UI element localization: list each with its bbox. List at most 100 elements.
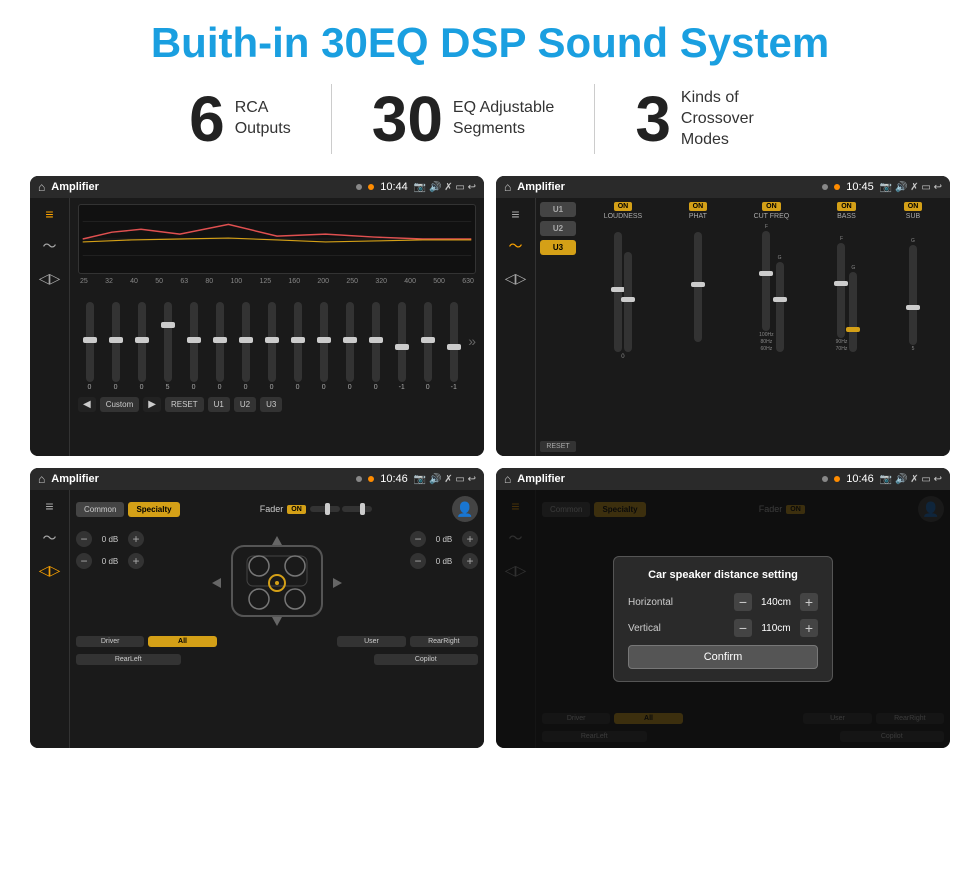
vol-minus-fl[interactable]: − (76, 531, 92, 547)
status-time-dialog: 10:46 (846, 473, 874, 485)
dialog-title: Car speaker distance setting (628, 569, 818, 581)
btn-rearleft[interactable]: RearLeft (76, 654, 181, 665)
fader-specialty-tab[interactable]: Specialty (128, 502, 179, 517)
horizontal-minus-btn[interactable]: − (734, 593, 752, 611)
eq-panel: 25324050 6380100125 160200250320 4005006… (70, 198, 484, 456)
vol-plus-fr[interactable]: + (462, 531, 478, 547)
home-icon-eq: ⌂ (38, 180, 45, 194)
vol-ctrl-rl: − 0 dB + (76, 553, 144, 569)
sidebar-fader-vol[interactable]: ◁▷ (39, 562, 61, 579)
stat-number-rca: 6 (189, 87, 225, 151)
fader-tabs: Common Specialty (76, 502, 180, 517)
phat-on[interactable]: ON (689, 202, 708, 211)
freq-labels: 25324050 6380100125 160200250320 4005006… (78, 278, 476, 285)
eq-prev-btn[interactable]: ◀ (78, 397, 96, 412)
fader-label: Fader (260, 504, 284, 514)
stat-label-crossover: Kinds ofCrossover Modes (681, 88, 791, 150)
vol-plus-fl[interactable]: + (128, 531, 144, 547)
sub-on[interactable]: ON (904, 202, 923, 211)
eq-u1-btn[interactable]: U1 (208, 397, 230, 412)
cx-u2-btn[interactable]: U2 (540, 221, 576, 236)
dialog-vertical-ctrl: − 110cm + (734, 619, 818, 637)
sidebar-fader-wave[interactable]: 〜 (43, 528, 57, 548)
fader-panel: Common Specialty Fader ON 👤 (70, 490, 484, 748)
status-dot-cx2 (834, 184, 840, 190)
cutfreq-on[interactable]: ON (762, 202, 781, 211)
cx-u1-btn[interactable]: U1 (540, 202, 576, 217)
sidebar-cx-eq[interactable]: ≡ (511, 206, 519, 222)
eq-custom-btn[interactable]: Custom (100, 397, 140, 412)
home-icon-dialog: ⌂ (504, 472, 511, 486)
stats-row: 6 RCAOutputs 30 EQ AdjustableSegments 3 … (30, 84, 950, 154)
sidebar-eq-icon[interactable]: ≡ (45, 206, 53, 222)
eq-next-btn[interactable]: ▶ (143, 397, 161, 412)
cx-presets: U1 U2 U3 RESET (540, 202, 576, 452)
eq-expand-arrow[interactable]: » (468, 333, 476, 349)
person-icon[interactable]: 👤 (452, 496, 478, 522)
status-icons-dialog: 📷 🔊 ✗ ▭ ↩ (880, 474, 942, 485)
status-time-cx: 10:45 (846, 181, 874, 193)
status-dot-fader1 (356, 476, 362, 482)
horizontal-value: 140cm (756, 597, 796, 608)
stat-label-rca: RCAOutputs (235, 98, 291, 140)
cx-reset-btn[interactable]: RESET (540, 441, 576, 452)
vol-ctrl-rr: − 0 dB + (410, 553, 478, 569)
status-bar-eq: ⌂ Amplifier 10:44 📷 🔊 ✗ ▭ ↩ (30, 176, 484, 198)
vol-value-rl: 0 dB (96, 557, 124, 566)
sidebar-cx-wave[interactable]: 〜 (509, 236, 523, 256)
vertical-minus-btn[interactable]: − (734, 619, 752, 637)
btn-all[interactable]: All (148, 636, 216, 647)
status-dot-eq1 (356, 184, 362, 190)
stat-number-crossover: 3 (635, 87, 671, 151)
vol-minus-rr[interactable]: − (410, 553, 426, 569)
status-bar-cx: ⌂ Amplifier 10:45 📷 🔊 ✗ ▭ ↩ (496, 176, 950, 198)
dialog-horizontal-row: Horizontal − 140cm + (628, 593, 818, 611)
stat-crossover: 3 Kinds ofCrossover Modes (595, 87, 831, 151)
btn-rearright[interactable]: RearRight (410, 636, 478, 647)
loudness-on[interactable]: ON (614, 202, 633, 211)
eq-u2-btn[interactable]: U2 (234, 397, 256, 412)
status-dot-fader2 (368, 476, 374, 482)
eq-reset-btn[interactable]: RESET (165, 397, 204, 412)
vol-ctrl-fl: − 0 dB + (76, 531, 144, 547)
vol-minus-fr[interactable]: − (410, 531, 426, 547)
status-time-fader: 10:46 (380, 473, 408, 485)
sidebar-wave-icon[interactable]: 〜 (43, 236, 57, 256)
cx-sidebar: ≡ 〜 ◁▷ (496, 198, 536, 456)
vol-value-fr: 0 dB (430, 535, 458, 544)
fader-screen-content: ≡ 〜 ◁▷ Common Specialty Fader ON (30, 490, 484, 748)
btn-user[interactable]: User (337, 636, 405, 647)
stat-rca: 6 RCAOutputs (149, 87, 331, 151)
sidebar-cx-vol[interactable]: ◁▷ (505, 270, 527, 287)
btn-copilot[interactable]: Copilot (374, 654, 479, 665)
eq-slider-1: 0 (78, 302, 101, 391)
status-dot-eq2 (368, 184, 374, 190)
stat-eq: 30 EQ AdjustableSegments (332, 87, 595, 151)
vol-plus-rl[interactable]: + (128, 553, 144, 569)
vol-minus-rl[interactable]: − (76, 553, 92, 569)
fader-sidebar: ≡ 〜 ◁▷ (30, 490, 70, 748)
horizontal-plus-btn[interactable]: + (800, 593, 818, 611)
vertical-plus-btn[interactable]: + (800, 619, 818, 637)
fader-common-tab[interactable]: Common (76, 502, 124, 517)
bass-on[interactable]: ON (837, 202, 856, 211)
status-time-eq: 10:44 (380, 181, 408, 193)
vol-ctrl-fr: − 0 dB + (410, 531, 478, 547)
vol-plus-rr[interactable]: + (462, 553, 478, 569)
eq-u3-btn[interactable]: U3 (260, 397, 282, 412)
confirm-button[interactable]: Confirm (628, 645, 818, 669)
fader-on-badge[interactable]: ON (287, 505, 306, 514)
status-dot-cx1 (822, 184, 828, 190)
status-title-dialog: Amplifier (517, 473, 816, 485)
cx-u3-btn[interactable]: U3 (540, 240, 576, 255)
status-dot-dialog1 (822, 476, 828, 482)
status-icons-fader: 📷 🔊 ✗ ▭ ↩ (414, 474, 476, 485)
cx-screen-content: ≡ 〜 ◁▷ U1 U2 U3 RESET (496, 198, 950, 456)
eq-svg (79, 205, 475, 273)
vol-value-rr: 0 dB (430, 557, 458, 566)
sidebar-vol-icon[interactable]: ◁▷ (39, 270, 61, 287)
status-icons-cx: 📷 🔊 ✗ ▭ ↩ (880, 182, 942, 193)
dialog-box: Car speaker distance setting Horizontal … (613, 556, 833, 682)
btn-driver[interactable]: Driver (76, 636, 144, 647)
sidebar-fader-eq[interactable]: ≡ (45, 498, 53, 514)
